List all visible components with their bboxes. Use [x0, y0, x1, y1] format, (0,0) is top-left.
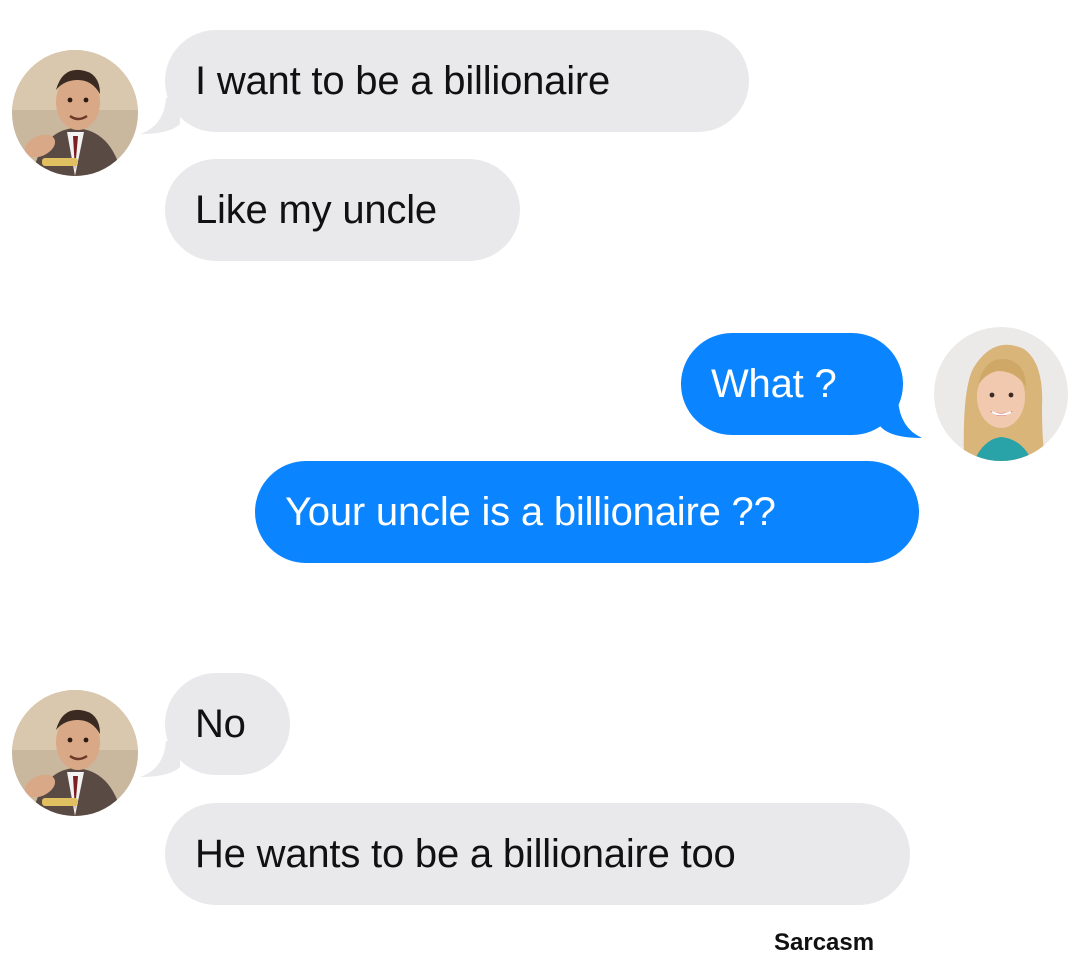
message-text: Like my uncle	[195, 188, 437, 232]
incoming-bubble-tail	[140, 98, 180, 134]
outgoing-message-bubble[interactable]: Your uncle is a billionaire ??	[255, 461, 919, 563]
message-text: Your uncle is a billionaire ??	[285, 490, 776, 534]
message-text: What ?	[711, 362, 837, 406]
watermark-label: Sarcasm	[774, 929, 875, 956]
outgoing-bubble-tail	[880, 400, 922, 438]
contact-avatar-man-icon[interactable]	[12, 690, 138, 816]
incoming-message-bubble[interactable]: He wants to be a billionaire too	[165, 803, 910, 905]
incoming-bubble-tail	[140, 741, 180, 777]
message-text: No	[195, 702, 246, 746]
message-text: I want to be a billionaire	[195, 59, 611, 103]
incoming-message-bubble[interactable]: I want to be a billionaire	[165, 30, 749, 132]
outgoing-message-bubble[interactable]: What ?	[681, 333, 903, 435]
user-avatar-woman-icon[interactable]	[934, 327, 1068, 461]
incoming-message-bubble[interactable]: Like my uncle	[165, 159, 520, 261]
contact-avatar-man-icon[interactable]	[12, 50, 138, 176]
message-text: He wants to be a billionaire too	[195, 832, 736, 876]
